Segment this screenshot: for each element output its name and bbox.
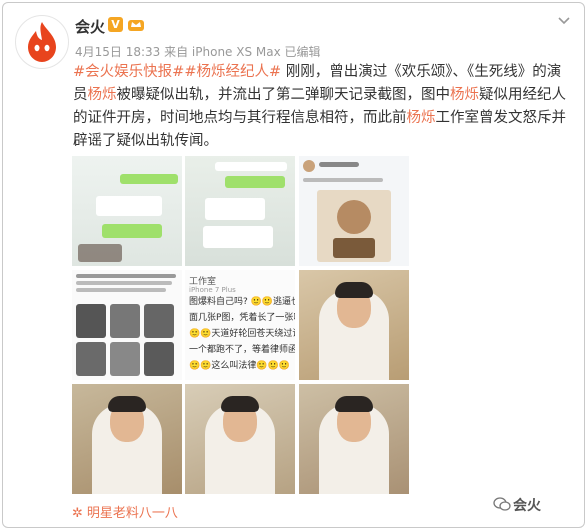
post-meta: 4月15日 18:33 来自 iPhone XS Max 已编辑: [75, 45, 321, 59]
image-thumb[interactable]: [185, 156, 295, 266]
image-thumb[interactable]: [299, 270, 409, 380]
username[interactable]: 会火: [75, 16, 105, 37]
image-thumb[interactable]: [185, 384, 295, 494]
source-label: 明星老料八一八: [86, 506, 178, 521]
source-link[interactable]: ✲ 明星老料八一八: [72, 502, 178, 521]
image-thumb[interactable]: [72, 156, 182, 266]
post-text: #会火娱乐快报##杨烁经纪人# 刚刚，曾出演过《欢乐颂》、《生死线》的演员杨烁被…: [73, 61, 575, 153]
crown-member-icon: [128, 20, 144, 31]
fire-logo-icon: [28, 22, 56, 62]
watermark: 会火: [513, 498, 541, 514]
hashtag-link[interactable]: #杨烁经纪人#: [184, 64, 281, 80]
hashtag-link[interactable]: #会火娱乐快报#: [73, 64, 184, 80]
image-thumb[interactable]: [72, 384, 182, 494]
image-thumb[interactable]: [299, 156, 409, 266]
image-thumb[interactable]: [299, 384, 409, 494]
post-text-segment: 被曝疑似出轨，并流出了第二弹聊天记录截图，图中: [116, 87, 451, 103]
image-grid: 工作室 iPhone 7 Plus 图爆料自己吗? 🙂🙂逃逼也 面几张P图，凭着…: [72, 156, 409, 496]
image-thumb[interactable]: [72, 270, 182, 380]
image-thumb[interactable]: 工作室 iPhone 7 Plus 图爆料自己吗? 🙂🙂逃逼也 面几张P图，凭着…: [185, 270, 295, 380]
snowflake-icon: ✲: [72, 506, 83, 521]
name-link[interactable]: 杨烁: [407, 110, 436, 126]
name-link[interactable]: 杨烁: [450, 87, 479, 103]
chevron-down-icon[interactable]: [558, 17, 570, 25]
screenshot-device: iPhone 7 Plus: [189, 286, 236, 294]
screenshot-text: 图爆料自己吗? 🙂🙂逃逼也 面几张P图，凭着长了一张嘴 🙂🙂天道好轮回苍天绕过谁…: [189, 297, 295, 371]
wechat-icon: [493, 497, 511, 511]
avatar[interactable]: [15, 15, 69, 69]
verified-badge-icon: V: [108, 17, 123, 32]
name-link[interactable]: 杨烁: [88, 87, 117, 103]
